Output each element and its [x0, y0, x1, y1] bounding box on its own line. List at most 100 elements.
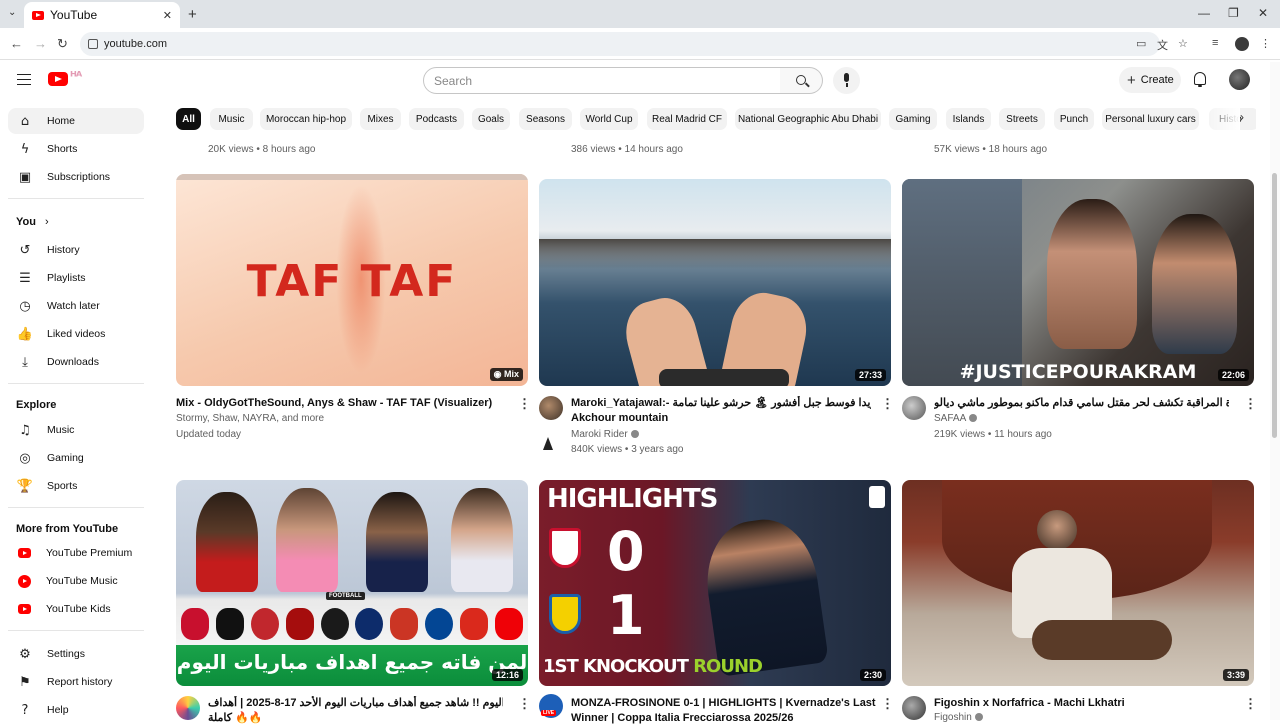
create-button[interactable]: + Create	[1119, 67, 1181, 93]
sidebar-item-downloads[interactable]: ⤓ Downloads	[8, 349, 144, 375]
channel-name[interactable]: Maroki Rider	[571, 429, 639, 440]
voice-search-icon[interactable]	[833, 67, 860, 94]
tab-close-icon[interactable]: ✕	[163, 9, 172, 22]
thumbnail-heading: HIGHLIGHTS	[547, 484, 718, 514]
chip-punch[interactable]: Punch	[1054, 108, 1094, 130]
round-label-accent: ROUND	[693, 656, 763, 677]
sidebar-item-youtube-premium[interactable]: YouTube Premium	[8, 540, 144, 566]
more-actions-icon[interactable]	[1244, 396, 1257, 412]
sidebar-item-subscriptions[interactable]: ▣ Subscriptions	[8, 164, 144, 190]
sidebar-item-sports[interactable]: 🏆 Sports	[8, 473, 144, 499]
chip-world-cup[interactable]: World Cup	[580, 108, 638, 130]
sidebar-item-report-history[interactable]: ⚑ Report history	[8, 669, 144, 695]
chip-gaming[interactable]: Gaming	[889, 108, 937, 130]
forward-icon[interactable]: →	[34, 36, 47, 51]
window-close-button[interactable]: ✕	[1258, 6, 1268, 20]
sidebar-item-youtube-kids[interactable]: YouTube Kids	[8, 596, 144, 622]
back-icon[interactable]: ←	[10, 36, 23, 51]
browser-profile-avatar[interactable]	[1235, 37, 1249, 51]
chip-all[interactable]: All	[176, 108, 201, 130]
video-thumbnail[interactable]: 3:39	[902, 480, 1254, 686]
player-figure	[451, 488, 513, 592]
reading-list-icon[interactable]: ≡	[1212, 37, 1218, 49]
video-title[interactable]: Maroki_Yatajawal:- سخفنا وتوريدا فوسط جب…	[571, 396, 871, 411]
new-tab-button[interactable]: +	[188, 6, 197, 23]
channel-name[interactable]: Figoshin	[934, 712, 983, 723]
video-thumbnail[interactable]: TAF TAF ◉ Mix	[176, 174, 528, 386]
chevron-right-icon[interactable]: ›	[1240, 110, 1244, 124]
more-actions-icon[interactable]	[518, 396, 531, 412]
video-thumbnail[interactable]: 27:33	[539, 179, 891, 386]
sidebar-item-history[interactable]: ↺ History	[8, 237, 144, 263]
reload-icon[interactable]: ↻	[57, 36, 68, 52]
sidebar-item-watch-later[interactable]: ◷ Watch later	[8, 293, 144, 319]
url-field[interactable]: youtube.com	[80, 32, 1160, 56]
channel-avatar[interactable]	[539, 396, 563, 420]
chip-goals[interactable]: Goals	[472, 108, 510, 130]
sidebar-item-liked-videos[interactable]: 👍 Liked videos	[8, 321, 144, 347]
notifications-bell-icon[interactable]	[1194, 72, 1206, 87]
mix-updated: Updated today	[176, 429, 242, 440]
chip-mixes[interactable]: Mixes	[360, 108, 401, 130]
channel-avatar[interactable]	[902, 396, 926, 420]
video-thumbnail[interactable]: FOOTBALL لمن فاته جميع اهداف مباريات الي…	[176, 480, 528, 686]
video-title[interactable]: Mix - OldyGotTheSound, Anys & Shaw - TAF…	[176, 396, 506, 411]
account-avatar[interactable]	[1229, 69, 1250, 90]
search-input[interactable]: Search	[423, 67, 781, 94]
channel-avatar[interactable]	[176, 696, 200, 720]
tab-search-icon[interactable]: ⌄	[8, 7, 16, 18]
channel-avatar[interactable]: LIVE	[539, 694, 563, 718]
maximize-button[interactable]: ❐	[1228, 6, 1239, 20]
more-actions-icon[interactable]	[518, 696, 531, 712]
video-title-line2[interactable]: Winner | Coppa Italia Frecciarossa 2025/…	[571, 711, 876, 726]
menu-icon[interactable]	[17, 74, 31, 85]
video-title[interactable]: MONZA-FROSINONE 0-1 | HIGHLIGHTS | Kvern…	[571, 696, 876, 711]
chip-national-geographic-abu-dhabi[interactable]: National Geographic Abu Dhabi	[735, 108, 881, 130]
browser-menu-icon[interactable]: ⋮	[1260, 37, 1271, 50]
more-actions-icon[interactable]	[881, 396, 894, 412]
sidebar-item-home[interactable]: ⌂ Home	[8, 108, 144, 134]
chip-personal-luxury-cars[interactable]: Personal luxury cars	[1102, 108, 1199, 130]
search-button[interactable]	[780, 67, 823, 94]
video-thumbnail[interactable]: HIGHLIGHTS 0 1 1ST KNOCKOUT ROUND 2:30	[539, 480, 891, 686]
chip-moroccan-hip-hop[interactable]: Moroccan hip-hop	[260, 108, 352, 130]
chip-real-madrid-cf[interactable]: Real Madrid CF	[647, 108, 727, 130]
sidebar-item-playlists[interactable]: ☰ Playlists	[8, 265, 144, 291]
translate-icon[interactable]: 文	[1157, 37, 1168, 53]
sidebar-item-settings[interactable]: ⚙ Settings	[8, 641, 144, 667]
chip-islands[interactable]: Islands	[946, 108, 991, 130]
channel-name[interactable]: SAFAA	[934, 413, 978, 424]
minimize-button[interactable]: —	[1198, 6, 1210, 20]
sidebar-item-shorts[interactable]: ϟ Shorts	[8, 136, 144, 162]
video-title[interactable]: خطيير!! كاميرة المراقبة تكشف لحر مقتل سا…	[934, 396, 1229, 411]
logo-doodle[interactable]: ᴴᴬ	[70, 70, 112, 88]
browser-tab-youtube[interactable]: YouTube ✕	[24, 2, 180, 28]
you-heading[interactable]: You ›	[16, 216, 49, 228]
sidebar-item-youtube-music[interactable]: YouTube Music	[8, 568, 144, 594]
cast-icon[interactable]: ▭	[1136, 37, 1146, 50]
channel-avatar[interactable]	[902, 696, 926, 720]
sidebar-item-gaming[interactable]: ◎ Gaming	[8, 445, 144, 471]
youtube-favicon-icon	[32, 10, 44, 20]
video-thumbnail[interactable]: #JUSTICEPOURAKRAM 22:06	[902, 179, 1254, 386]
bookmark-star-icon[interactable]: ☆	[1178, 37, 1188, 50]
chip-seasons[interactable]: Seasons	[519, 108, 572, 130]
music-note-icon: ♫	[19, 422, 31, 438]
help-icon: ?	[21, 702, 29, 718]
youtube-logo-icon[interactable]	[48, 72, 68, 86]
chip-music[interactable]: Music	[210, 108, 253, 130]
video-title[interactable]: Figoshin x Norfafrica - Machi Lkhatri	[934, 696, 1229, 711]
sidebar-item-music[interactable]: ♫ Music	[8, 417, 144, 443]
video-title-line2[interactable]: كاملة 🔥🔥	[208, 711, 268, 726]
video-title[interactable]: لمن فاته مباريات اليوم !! شاهد جميع أهدا…	[208, 696, 503, 711]
sidebar-item-help[interactable]: ? Help	[8, 697, 144, 723]
youtube-music-icon	[18, 574, 31, 588]
more-actions-icon[interactable]	[881, 696, 894, 712]
more-actions-icon[interactable]	[1244, 696, 1257, 712]
scrollbar-thumb[interactable]	[1272, 173, 1277, 438]
chip-podcasts[interactable]: Podcasts	[409, 108, 464, 130]
chip-streets[interactable]: Streets	[999, 108, 1045, 130]
video-title-line2[interactable]: Akchour mountain	[571, 411, 871, 426]
browser-tab-strip: ⌄ YouTube ✕ + — ❐ ✕	[0, 0, 1280, 28]
site-info-icon[interactable]	[88, 39, 98, 49]
